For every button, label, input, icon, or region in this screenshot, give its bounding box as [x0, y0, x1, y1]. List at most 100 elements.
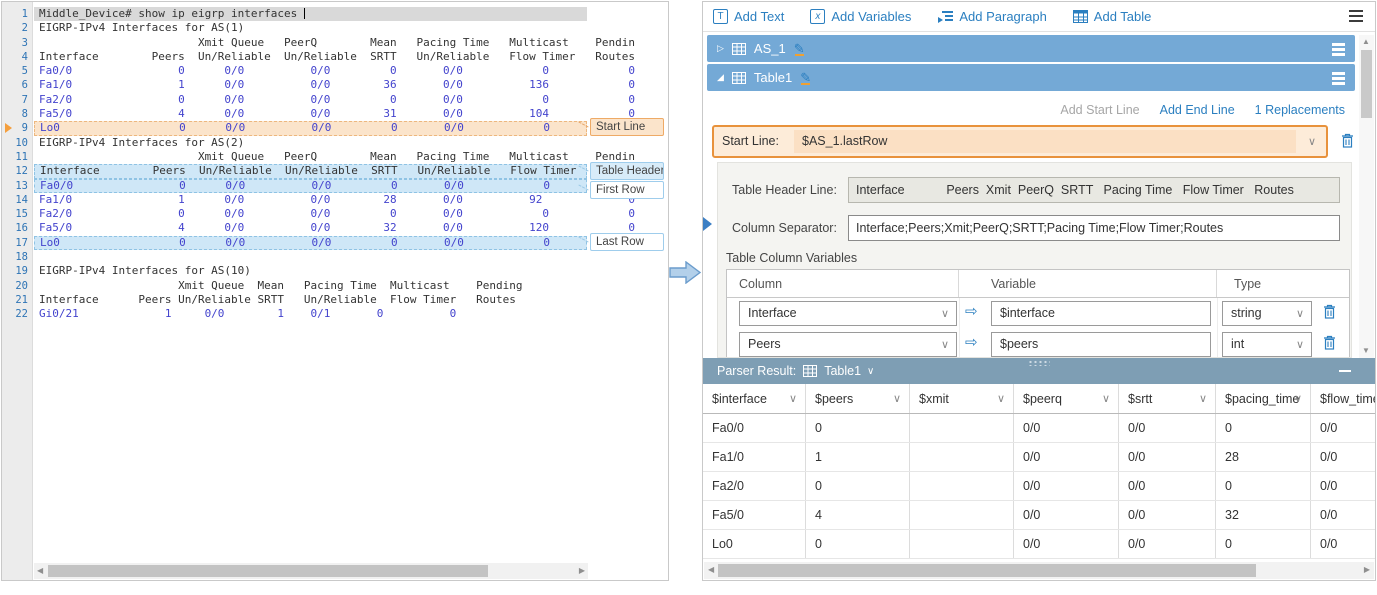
cli-line-8[interactable]: 8Fa5/0 4 0/0 0/0 31 0/0 104 0 — [2, 107, 668, 121]
result-row[interactable]: Fa5/040/00/0320/0 — [703, 501, 1375, 530]
section-menu-icon[interactable] — [1332, 72, 1345, 83]
cli-line-14[interactable]: 14 Fa1/0 1 0/0 0/0 28 0/0 92 0 — [2, 193, 668, 207]
variable-input[interactable]: $peers — [991, 332, 1211, 357]
cli-line-1[interactable]: 1Middle_Device# show ip eigrp interfaces — [2, 7, 668, 21]
cli-line-18[interactable]: 18 — [2, 250, 668, 264]
cli-line-12[interactable]: 12Interface Peers Un/Reliable Un/Reliabl… — [2, 164, 668, 178]
column-separator-input[interactable]: Interface;Peers;Xmit;PeerQ;SRTT;Pacing T… — [848, 215, 1340, 241]
scroll-right-icon[interactable]: ▶ — [579, 566, 585, 576]
toolbar-menu-icon[interactable] — [1349, 10, 1363, 22]
add-paragraph-button[interactable]: Add Paragraph — [937, 9, 1046, 24]
scroll-right-icon[interactable]: ▶ — [1364, 565, 1370, 575]
scroll-up-icon[interactable]: ▲ — [1362, 37, 1370, 47]
chevron-down-icon[interactable]: ∨ — [1308, 135, 1316, 148]
chevron-down-icon[interactable]: ∨ — [1199, 384, 1207, 413]
parser-result-table: $interface∨$peers∨$xmit∨$peerq∨$srtt∨$pa… — [703, 384, 1375, 559]
cli-text-area[interactable]: 1Middle_Device# show ip eigrp interfaces… — [2, 7, 668, 322]
cli-line-2[interactable]: 2EIGRP-IPv4 Interfaces for AS(1) — [2, 21, 668, 35]
collapse-arrow-icon[interactable]: ▷ — [717, 43, 724, 54]
result-column-header[interactable]: $interface∨ — [703, 384, 806, 413]
minimize-button[interactable] — [1339, 370, 1351, 372]
line-number: 14 — [2, 193, 28, 207]
column-select[interactable]: Peers∨ — [739, 332, 957, 357]
variable-input[interactable]: $interface — [991, 301, 1211, 326]
add-table-button[interactable]: Add Table — [1073, 9, 1152, 24]
chevron-down-icon[interactable]: ∨ — [1294, 384, 1302, 413]
cli-line-6[interactable]: 6Fa1/0 1 0/0 0/0 36 0/0 136 0 — [2, 78, 668, 92]
result-header-row: $interface∨$peers∨$xmit∨$peerq∨$srtt∨$pa… — [703, 384, 1375, 414]
section-bar-as1[interactable]: ▷ AS_1 ✎ — [707, 35, 1355, 62]
result-hscroll-thumb[interactable] — [718, 564, 1256, 577]
cli-line-13[interactable]: 13Fa0/0 0 0/0 0/0 0 0/0 0 0 — [2, 179, 668, 193]
annotation-last-row[interactable]: Last Row — [590, 233, 664, 251]
result-column-header[interactable]: $peerq∨ — [1014, 384, 1119, 413]
chevron-down-icon[interactable]: ∨ — [893, 384, 901, 413]
editor-vscroll-thumb[interactable] — [1361, 50, 1372, 118]
start-line-delete-button[interactable] — [1341, 133, 1354, 153]
column-variables-table: Column Variable Type Interface∨⇨$interfa… — [726, 269, 1350, 358]
result-row[interactable]: Fa2/000/00/000/0 — [703, 472, 1375, 501]
annotation-table-header[interactable]: Table Header — [590, 162, 664, 180]
section-bar-table1[interactable]: ◢ Table1 ✎ — [707, 64, 1355, 91]
section-menu-icon[interactable] — [1332, 43, 1345, 54]
line-number: 1 — [2, 7, 28, 21]
cli-line-3[interactable]: 3 Xmit Queue PeerQ Mean Pacing Time Mult… — [2, 36, 668, 50]
column-select[interactable]: Interface∨ — [739, 301, 957, 326]
variable-delete-button[interactable] — [1323, 335, 1336, 355]
start-line-row[interactable]: Start Line: $AS_1.lastRow ∨ — [712, 125, 1328, 158]
annotation-start-line[interactable]: Start Line — [590, 118, 664, 136]
chevron-down-icon[interactable]: ∨ — [997, 384, 1005, 413]
chevron-down-icon[interactable]: ∨ — [1102, 384, 1110, 413]
start-line-value[interactable]: $AS_1.lastRow — [794, 130, 1296, 153]
result-row[interactable]: Fa0/000/00/000/0 — [703, 414, 1375, 443]
add-variables-button[interactable]: x Add Variables — [810, 9, 911, 24]
editor-vertical-scrollbar[interactable]: ▲ ▼ — [1359, 35, 1374, 358]
variable-delete-button[interactable] — [1323, 304, 1336, 324]
edit-pencil-icon[interactable]: ✎ — [800, 73, 811, 83]
cli-line-text: Xmit Queue PeerQ Mean Pacing Time Multic… — [34, 150, 587, 164]
cli-line-20[interactable]: 20 Xmit Queue Mean Pacing Time Multicast… — [2, 279, 668, 293]
cli-line-4[interactable]: 4Interface Peers Un/Reliable Un/Reliable… — [2, 50, 668, 64]
result-column-header[interactable]: $srtt∨ — [1119, 384, 1216, 413]
cli-line-17[interactable]: 17Lo0 0 0/0 0/0 0 0/0 0 0 — [2, 236, 668, 250]
add-end-line-link[interactable]: Add End Line — [1160, 103, 1235, 117]
expand-arrow-icon[interactable]: ◢ — [717, 72, 724, 83]
chevron-down-icon: ∨ — [1296, 303, 1304, 326]
cli-line-11[interactable]: 11 Xmit Queue PeerQ Mean Pacing Time Mul… — [2, 150, 668, 164]
result-column-header[interactable]: $xmit∨ — [910, 384, 1014, 413]
chevron-down-icon[interactable]: ∨ — [789, 384, 797, 413]
cli-horizontal-scrollbar[interactable]: ◀ ▶ — [34, 563, 588, 579]
result-column-header[interactable]: $flow_time∨ — [1311, 384, 1375, 413]
scroll-left-icon[interactable]: ◀ — [37, 566, 43, 576]
cli-line-19[interactable]: 19EIGRP-IPv4 Interfaces for AS(10) — [2, 264, 668, 278]
result-column-header[interactable]: $pacing_time∨ — [1216, 384, 1311, 413]
cli-line-16[interactable]: 16Fa5/0 4 0/0 0/0 32 0/0 120 0 — [2, 221, 668, 235]
cli-line-text: Fa1/0 1 0/0 0/0 28 0/0 92 0 — [34, 193, 587, 207]
scroll-down-icon[interactable]: ▼ — [1362, 346, 1370, 356]
scroll-left-icon[interactable]: ◀ — [708, 565, 714, 575]
cli-line-7[interactable]: 7Fa2/0 0 0/0 0/0 0 0/0 0 0 — [2, 93, 668, 107]
cli-line-15[interactable]: 15Fa2/0 0 0/0 0/0 0 0/0 0 0 — [2, 207, 668, 221]
result-table-selector[interactable]: Table1 ∨ — [824, 364, 874, 378]
cli-line-10[interactable]: 10EIGRP-IPv4 Interfaces for AS(2) — [2, 136, 668, 150]
type-select[interactable]: int∨ — [1222, 332, 1312, 357]
result-cell: 0/0 — [1311, 443, 1375, 471]
cli-line-21[interactable]: 21Interface Peers Un/Reliable SRTT Un/Re… — [2, 293, 668, 307]
result-row[interactable]: Fa1/010/00/0280/0 — [703, 443, 1375, 472]
line-number: 12 — [2, 164, 28, 178]
result-cell: 28 — [1216, 443, 1311, 471]
type-select[interactable]: string∨ — [1222, 301, 1312, 326]
cli-line-9[interactable]: 9Lo0 0 0/0 0/0 0 0/0 0 0 — [2, 121, 668, 135]
result-row[interactable]: Lo000/00/000/0 — [703, 530, 1375, 559]
add-text-button[interactable]: T Add Text — [713, 9, 784, 24]
replacements-link[interactable]: 1 Replacements — [1255, 103, 1345, 117]
cli-line-22[interactable]: 22Gi0/21 1 0/0 1 0/1 0 0 — [2, 307, 668, 321]
cli-hscroll-thumb[interactable] — [48, 565, 488, 577]
annotation-first-row[interactable]: First Row — [590, 181, 664, 199]
cli-line-5[interactable]: 5Fa0/0 0 0/0 0/0 0 0/0 0 0 — [2, 64, 668, 78]
edit-pencil-icon[interactable]: ✎ — [794, 44, 805, 54]
drag-handle-icon[interactable] — [1028, 360, 1050, 366]
result-column-header[interactable]: $peers∨ — [806, 384, 910, 413]
parser-result-label: Parser Result: — [717, 364, 796, 378]
result-horizontal-scrollbar[interactable]: ◀ ▶ — [704, 562, 1374, 579]
